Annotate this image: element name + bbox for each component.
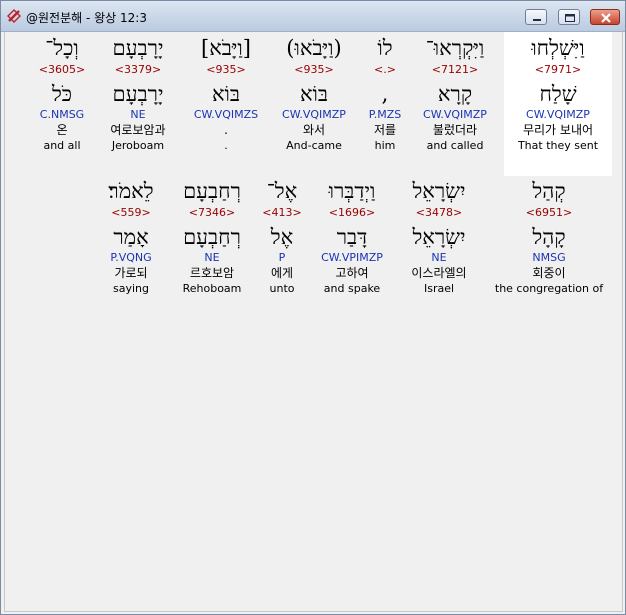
close-button[interactable]: [590, 9, 620, 25]
minimize-icon: [533, 19, 541, 21]
english-gloss: the congregation of: [494, 282, 604, 295]
korean-gloss: 불렀더라: [432, 123, 478, 137]
word-cell-selected[interactable]: וַיִּשְׁלְחוּ <7971> שָׁלַח CW.VQIMZP 무리…: [504, 32, 612, 176]
app-window: @원전분해 - 왕상 12:3 וְכָל־ <3605> כֹּל C.NMS…: [0, 0, 626, 615]
word-cell[interactable]: קְהַל <6951> קָהָל NMSG 회중이 the congrega…: [490, 177, 608, 296]
hebrew-word: וַיִּקְרְאוּ־: [425, 36, 485, 60]
app-logo-icon: [7, 9, 21, 23]
english-gloss: Israel: [423, 282, 455, 295]
close-icon: [601, 13, 611, 23]
hebrew-word: וַיִּשְׁלְחוּ: [531, 36, 585, 60]
window-title: @원전분해 - 왕상 12:3: [26, 11, 147, 25]
word-cell[interactable]: יִשְׂרָאֵל <3478> יִשְׂרָאֵל NE 이스라엘의 Is…: [387, 177, 491, 296]
maximize-button[interactable]: [558, 9, 580, 25]
parse-code: CW.VQIMZP: [423, 108, 487, 121]
hebrew-word: יִשְׂרָאֵל: [412, 179, 466, 203]
parse-code: CW.VQIMZP: [526, 108, 590, 121]
korean-gloss: 회중이: [532, 266, 566, 280]
lemma-word: שָׁלַח: [539, 82, 577, 106]
minimize-button[interactable]: [525, 9, 547, 25]
parse-code: NE: [431, 251, 447, 264]
lemma-word: קָהָל: [532, 225, 566, 249]
word-analysis-panel: וְכָל־ <3605> כֹּל C.NMSG 온 and all יָרָ…: [4, 32, 623, 612]
korean-gloss: 무리가 보내어: [522, 123, 594, 137]
lemma-word: יִשְׂרָאֵל: [412, 225, 466, 249]
hebrew-word: קְהַל: [532, 179, 566, 203]
title-bar[interactable]: @원전분해 - 왕상 12:3: [1, 1, 625, 32]
strongs-number[interactable]: <7971>: [504, 62, 612, 77]
strongs-number[interactable]: <3478>: [387, 205, 491, 220]
word-cell[interactable]: וַיִּקְרְאוּ־ <7121> קָרָא CW.VQIMZP 불렀더…: [403, 34, 507, 153]
lemma-word: קָרָא: [437, 82, 473, 106]
korean-gloss: 이스라엘의: [411, 266, 467, 280]
maximize-icon: [565, 14, 575, 22]
english-gloss: and called: [426, 139, 484, 152]
english-gloss: That they sent: [517, 139, 599, 152]
strongs-number[interactable]: <6951>: [490, 205, 608, 220]
parse-code: NMSG: [532, 251, 566, 264]
strongs-number[interactable]: <7121>: [403, 62, 507, 77]
